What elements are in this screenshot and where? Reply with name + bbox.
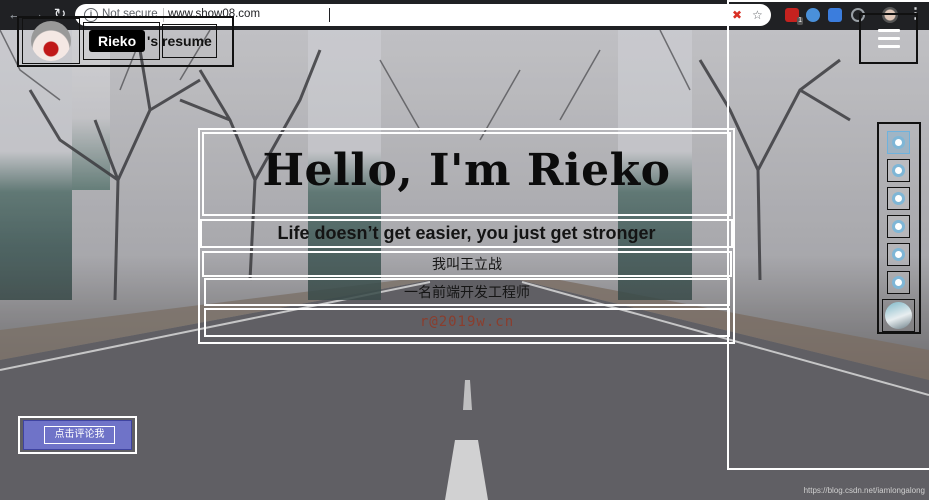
hero-job-title: 一名前端开发工程师 xyxy=(204,278,730,306)
music-toggle-button[interactable] xyxy=(882,299,915,332)
watermark: https://blog.csdn.net/iamlongalong xyxy=(803,486,925,495)
dot-icon xyxy=(892,248,905,261)
text-caret xyxy=(329,8,330,22)
section-dot-button[interactable] xyxy=(887,187,910,210)
hamburger-icon xyxy=(877,29,900,32)
avatar[interactable] xyxy=(22,18,80,64)
section-dot-button[interactable] xyxy=(887,131,910,154)
section-dot-button[interactable] xyxy=(887,271,910,294)
dot-icon xyxy=(892,164,905,177)
section-dot-button[interactable] xyxy=(887,243,910,266)
comment-button-label[interactable]: 点击评论我 xyxy=(44,426,115,444)
resume-suffix: 's resume xyxy=(147,33,212,49)
dot-icon xyxy=(892,136,905,149)
music-disc-icon xyxy=(885,302,912,329)
section-dot-button[interactable] xyxy=(887,215,910,238)
dot-icon xyxy=(892,220,905,233)
hero-title: Hello, I'm Rieko xyxy=(262,145,671,196)
menu-button[interactable] xyxy=(859,13,918,64)
hamburger-icon xyxy=(877,45,900,48)
hero-chinese-name: 我叫王立战 xyxy=(202,251,732,277)
hero-email-link[interactable]: r@2019w.cn xyxy=(204,308,730,337)
dot-icon xyxy=(892,276,905,289)
dot-icon xyxy=(892,192,905,205)
section-dot-button[interactable] xyxy=(887,159,910,182)
hamburger-icon xyxy=(877,37,900,40)
hero-tagline: Life doesn’t get easier, you just get st… xyxy=(200,219,733,248)
avatar-image xyxy=(31,21,71,61)
owner-name: Rieko xyxy=(89,30,146,52)
